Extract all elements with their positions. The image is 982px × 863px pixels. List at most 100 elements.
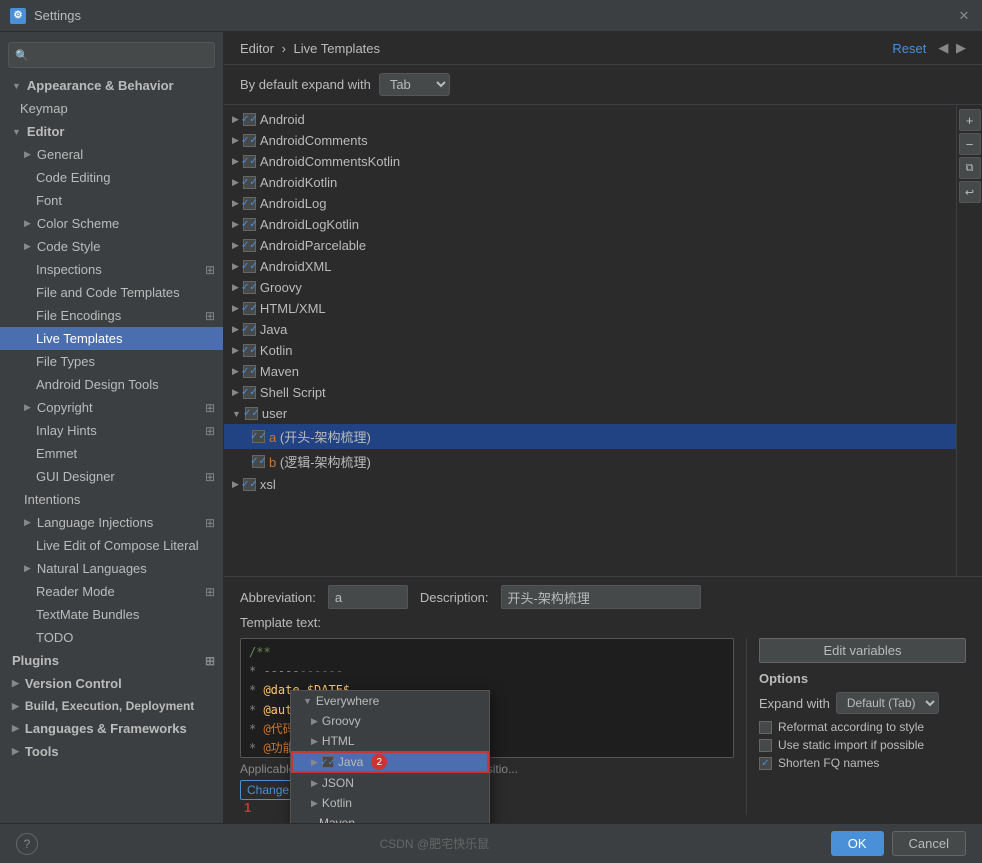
template-group-androidparcelable[interactable]: ▶ ✓ AndroidParcelable xyxy=(224,235,956,256)
checkbox-androidcommentskt[interactable]: ✓ xyxy=(243,155,256,168)
shorten-fq-checkbox[interactable] xyxy=(759,757,772,770)
sidebar-item-textmate[interactable]: TextMate Bundles xyxy=(0,603,223,626)
checkbox-kotlin[interactable]: ✓ xyxy=(243,344,256,357)
checkbox-maven[interactable]: ✓ xyxy=(243,365,256,378)
checkbox-java[interactable]: ✓ xyxy=(243,323,256,336)
sidebar-item-file-code-templates[interactable]: File and Code Templates xyxy=(0,281,223,304)
search-box[interactable]: 🔍 xyxy=(8,42,215,68)
sidebar-item-tools[interactable]: ▶ Tools xyxy=(0,740,223,763)
sidebar-item-color-scheme[interactable]: ▶ Color Scheme xyxy=(0,212,223,235)
forward-button[interactable]: ▶ xyxy=(956,40,966,55)
dropdown-maven[interactable]: Maven xyxy=(291,813,489,823)
file-encodings-badge: ⊞ xyxy=(205,309,215,323)
sidebar-item-language-injections[interactable]: ▶ Language Injections ⊞ xyxy=(0,511,223,534)
template-group-shellscript[interactable]: ▶ ✓ Shell Script xyxy=(224,382,956,403)
static-import-checkbox[interactable] xyxy=(759,739,772,752)
expand-arrow: ▶ xyxy=(24,241,31,252)
template-group-androidcomments[interactable]: ▶ ✓ AndroidComments xyxy=(224,130,956,151)
sidebar-item-todo[interactable]: TODO xyxy=(0,626,223,649)
sidebar-item-label: File Encodings xyxy=(36,308,121,323)
sidebar-item-build[interactable]: ▶ Build, Execution, Deployment xyxy=(0,695,223,717)
sidebar-item-file-encodings[interactable]: File Encodings ⊞ xyxy=(0,304,223,327)
checkbox-groovy[interactable]: ✓ xyxy=(243,281,256,294)
sidebar-item-languages[interactable]: ▶ Languages & Frameworks xyxy=(0,717,223,740)
template-group-androidlogkotlin[interactable]: ▶ ✓ AndroidLogKotlin xyxy=(224,214,956,235)
ok-button[interactable]: OK xyxy=(831,831,884,856)
back-button[interactable]: ◀ xyxy=(938,40,948,55)
dropdown-groovy[interactable]: ▶ Groovy xyxy=(291,711,489,731)
dropdown-json[interactable]: ▶ JSON xyxy=(291,773,489,793)
sidebar-item-copyright[interactable]: ▶ Copyright ⊞ xyxy=(0,396,223,419)
restore-button[interactable]: ↩ xyxy=(959,181,981,203)
description-input[interactable] xyxy=(501,585,701,609)
expand-with-select[interactable]: Tab Enter Space xyxy=(379,73,450,96)
template-group-java[interactable]: ▶ ✓ Java xyxy=(224,319,956,340)
sidebar-item-general[interactable]: ▶ General xyxy=(0,143,223,166)
dropdown-html[interactable]: ▶ HTML xyxy=(291,731,489,751)
checkbox-user[interactable]: ✓ xyxy=(245,407,258,420)
template-group-android[interactable]: ▶ ✓ Android xyxy=(224,109,956,130)
template-group-htmlxml[interactable]: ▶ ✓ HTML/XML xyxy=(224,298,956,319)
options-expand-select[interactable]: Default (Tab) xyxy=(836,692,939,714)
template-group-xsl[interactable]: ▶ ✓ xsl xyxy=(224,474,956,495)
help-button[interactable]: ? xyxy=(16,833,38,855)
sidebar-item-font[interactable]: Font xyxy=(0,189,223,212)
template-group-user[interactable]: ▼ ✓ user xyxy=(224,403,956,424)
sidebar-item-code-style[interactable]: ▶ Code Style xyxy=(0,235,223,258)
reset-button[interactable]: Reset xyxy=(892,41,926,56)
sidebar-item-appearance[interactable]: ▼ Appearance & Behavior xyxy=(0,74,223,97)
sidebar-item-editor[interactable]: ▼ Editor xyxy=(0,120,223,143)
sidebar-item-version-control[interactable]: ▶ Version Control xyxy=(0,672,223,695)
add-button[interactable]: + xyxy=(959,109,981,131)
reformat-checkbox[interactable] xyxy=(759,721,772,734)
template-group-groovy[interactable]: ▶ ✓ Groovy xyxy=(224,277,956,298)
sidebar-item-reader-mode[interactable]: Reader Mode ⊞ xyxy=(0,580,223,603)
checkbox-item-b[interactable]: ✓ xyxy=(252,455,265,468)
checkbox-androidcomments[interactable]: ✓ xyxy=(243,134,256,147)
template-group-androidkotlin[interactable]: ▶ ✓ AndroidKotlin xyxy=(224,172,956,193)
copy-button[interactable]: ⧉ xyxy=(959,157,981,179)
dropdown-java-cb[interactable]: ✓ xyxy=(322,756,334,768)
search-input[interactable] xyxy=(33,48,208,62)
sidebar-item-intentions[interactable]: Intentions xyxy=(0,488,223,511)
template-group-androidlog[interactable]: ▶ ✓ AndroidLog xyxy=(224,193,956,214)
sidebar-item-android-design-tools[interactable]: Android Design Tools xyxy=(0,373,223,396)
sidebar-item-live-edit[interactable]: Live Edit of Compose Literal xyxy=(0,534,223,557)
dropdown-everywhere[interactable]: ▼ Everywhere xyxy=(291,691,489,711)
edit-variables-button[interactable]: Edit variables xyxy=(759,638,966,663)
remove-button[interactable]: − xyxy=(959,133,981,155)
breadcrumb-current: Live Templates xyxy=(294,41,380,56)
checkbox-xsl[interactable]: ✓ xyxy=(243,478,256,491)
checkbox-androidxml[interactable]: ✓ xyxy=(243,260,256,273)
template-item-a[interactable]: ✓ a (开头-架构梳理) xyxy=(224,424,956,449)
dropdown-kotlin[interactable]: ▶ Kotlin xyxy=(291,793,489,813)
template-item-b[interactable]: ✓ b (逻辑-架构梳理) xyxy=(224,449,956,474)
checkbox-androidkotlin[interactable]: ✓ xyxy=(243,176,256,189)
sidebar-item-plugins[interactable]: Plugins ⊞ xyxy=(0,649,223,672)
template-group-androidxml[interactable]: ▶ ✓ AndroidXML xyxy=(224,256,956,277)
checkbox-androidlogkotlin[interactable]: ✓ xyxy=(243,218,256,231)
sidebar-item-file-types[interactable]: File Types xyxy=(0,350,223,373)
checkbox-android[interactable]: ✓ xyxy=(243,113,256,126)
sidebar-item-keymap[interactable]: Keymap xyxy=(0,97,223,120)
sidebar-item-inspections[interactable]: Inspections ⊞ xyxy=(0,258,223,281)
sidebar-item-live-templates[interactable]: Live Templates xyxy=(0,327,223,350)
template-group-maven[interactable]: ▶ ✓ Maven xyxy=(224,361,956,382)
sidebar-item-code-editing[interactable]: Code Editing xyxy=(0,166,223,189)
template-group-androidcommentskt[interactable]: ▶ ✓ AndroidCommentsKotlin xyxy=(224,151,956,172)
cancel-button[interactable]: Cancel xyxy=(892,831,966,856)
sidebar-item-inlay-hints[interactable]: Inlay Hints ⊞ xyxy=(0,419,223,442)
sidebar-item-label: Build, Execution, Deployment xyxy=(25,699,194,713)
sidebar-item-emmet[interactable]: Emmet xyxy=(0,442,223,465)
checkbox-item-a[interactable]: ✓ xyxy=(252,430,265,443)
abbreviation-input[interactable] xyxy=(328,585,408,609)
sidebar-item-gui-designer[interactable]: GUI Designer ⊞ xyxy=(0,465,223,488)
close-button[interactable]: ✕ xyxy=(956,8,972,24)
template-group-kotlin[interactable]: ▶ ✓ Kotlin xyxy=(224,340,956,361)
checkbox-androidlog[interactable]: ✓ xyxy=(243,197,256,210)
checkbox-shellscript[interactable]: ✓ xyxy=(243,386,256,399)
checkbox-htmlxml[interactable]: ✓ xyxy=(243,302,256,315)
dropdown-java[interactable]: ▶ ✓ Java 2 xyxy=(291,751,489,773)
sidebar-item-natural-languages[interactable]: ▶ Natural Languages xyxy=(0,557,223,580)
checkbox-androidparcelable[interactable]: ✓ xyxy=(243,239,256,252)
